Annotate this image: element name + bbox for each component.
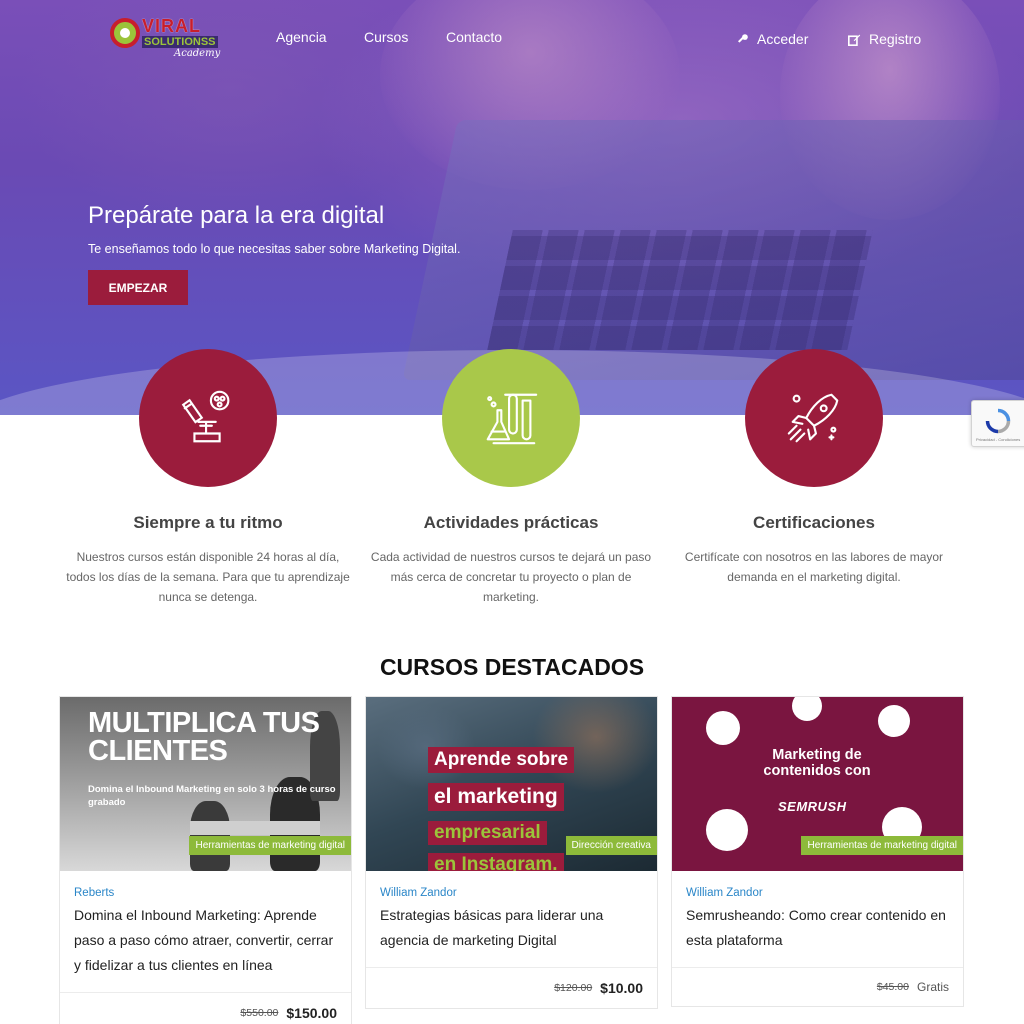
register-label: Registro xyxy=(869,31,922,47)
feature-card: Actividades prácticas Cada actividad de … xyxy=(361,349,661,607)
logo-mark-icon xyxy=(110,18,140,48)
course-category-tag[interactable]: Herramientas de marketing digital xyxy=(189,836,351,855)
price-original: $550.00 xyxy=(240,1007,279,1019)
feature-title: Certificaciones xyxy=(753,513,875,532)
photo-laptop xyxy=(190,821,320,835)
feature-circle xyxy=(139,349,277,487)
recaptcha-badge[interactable]: Privacidad - Condiciones xyxy=(971,400,1024,447)
course-title[interactable]: Domina el Inbound Marketing: Aprende pas… xyxy=(74,903,337,978)
hero-subtitle: Te enseñamos todo lo que necesitas saber… xyxy=(88,242,461,256)
gear-icon xyxy=(878,705,910,737)
nav-link-contacto[interactable]: Contacto xyxy=(446,29,502,45)
course-image-headline: Marketing de contenidos con xyxy=(763,747,871,779)
course-image-subtext: Domina el Inbound Marketing en solo 3 ho… xyxy=(88,784,336,808)
section-title: CURSOS DESTACADOS xyxy=(379,654,645,680)
course-price: $45.00 Gratis xyxy=(672,967,963,1006)
key-icon xyxy=(738,33,748,43)
course-image-line: empresarial xyxy=(428,821,547,845)
hero-photo-keyboard xyxy=(487,230,873,350)
money-phone-icon xyxy=(706,809,748,851)
feature-title: Siempre a tu ritmo xyxy=(133,513,283,532)
price-current: $10.00 xyxy=(600,980,643,996)
feature-card: Siempre a tu ritmo Nuestros cursos están… xyxy=(58,349,358,607)
course-author[interactable]: Reberts xyxy=(74,887,337,899)
feature-circle xyxy=(442,349,580,487)
course-author[interactable]: William Zandor xyxy=(686,887,949,899)
microscope-icon xyxy=(181,390,230,443)
chat-bubble-icon xyxy=(706,711,740,745)
recaptcha-text: Privacidad - Condiciones xyxy=(976,437,1021,442)
nav-link-cursos[interactable]: Cursos xyxy=(364,29,408,45)
course-image-line: en Instagram. xyxy=(428,853,564,871)
price-current: $150.00 xyxy=(286,1005,337,1021)
course-price: $550.00 $150.00 xyxy=(60,992,351,1024)
register-link[interactable]: Registro xyxy=(848,31,921,47)
feature-text: Nuestros cursos están disponible 24 hora… xyxy=(66,550,350,604)
logo-word-viral: VIRAL xyxy=(142,16,201,36)
course-category-tag[interactable]: Herramientas de marketing digital xyxy=(801,836,963,855)
feature-circle xyxy=(745,349,883,487)
rocket-icon xyxy=(787,393,839,443)
course-price: $120.00 $10.00 xyxy=(366,967,657,1008)
course-image-headline: MULTIPLICA TUS CLIENTES xyxy=(88,707,320,767)
logo-word-academy: Academy xyxy=(174,48,221,59)
edit-icon xyxy=(848,34,861,46)
course-title[interactable]: Semrusheando: Como crear contenido en es… xyxy=(686,903,949,953)
nav-link-agencia[interactable]: Agencia xyxy=(276,29,327,45)
login-link[interactable]: Acceder xyxy=(736,31,808,47)
price-current: Gratis xyxy=(916,980,949,994)
hero-title: Prepárate para la era digital xyxy=(88,202,385,229)
feature-card: Certificaciones Certifícate con nosotros… xyxy=(664,349,964,587)
price-original: $45.00 xyxy=(876,981,909,993)
login-label: Acceder xyxy=(757,31,809,47)
course-card[interactable]: Aprende sobre el marketing empresarial e… xyxy=(365,696,658,1009)
course-category-tag[interactable]: Dirección creativa xyxy=(565,836,657,855)
feature-text: Certifícate con nosotros en las labores … xyxy=(684,550,944,584)
site-logo[interactable]: VIRAL SOLUTIONSS Academy xyxy=(108,14,228,62)
feature-title: Actividades prácticas xyxy=(423,513,599,532)
semrush-logo-text: SEMRUSH xyxy=(778,799,847,814)
course-image[interactable]: Aprende sobre el marketing empresarial e… xyxy=(366,697,657,871)
course-image[interactable]: Marketing de contenidos con SEMRUSH Herr… xyxy=(672,697,963,871)
course-author[interactable]: William Zandor xyxy=(380,887,643,899)
course-title[interactable]: Estrategias básicas para liderar una age… xyxy=(380,903,643,953)
course-card[interactable]: Marketing de contenidos con SEMRUSH Herr… xyxy=(671,696,964,1007)
start-button[interactable]: EMPEZAR xyxy=(88,270,188,305)
recaptcha-icon xyxy=(985,408,1011,434)
course-card[interactable]: MULTIPLICA TUS CLIENTES Domina el Inboun… xyxy=(59,696,352,1024)
price-original: $120.00 xyxy=(554,982,593,994)
logo-word-solutions: SOLUTIONSS xyxy=(142,36,218,48)
course-image-line: el marketing xyxy=(428,783,564,811)
course-image[interactable]: MULTIPLICA TUS CLIENTES Domina el Inboun… xyxy=(60,697,351,871)
feature-text: Cada actividad de nuestros cursos te dej… xyxy=(370,550,652,604)
lightbulb-icon xyxy=(792,697,822,721)
lab-flasks-icon xyxy=(486,393,538,445)
course-image-line: Aprende sobre xyxy=(428,747,575,773)
